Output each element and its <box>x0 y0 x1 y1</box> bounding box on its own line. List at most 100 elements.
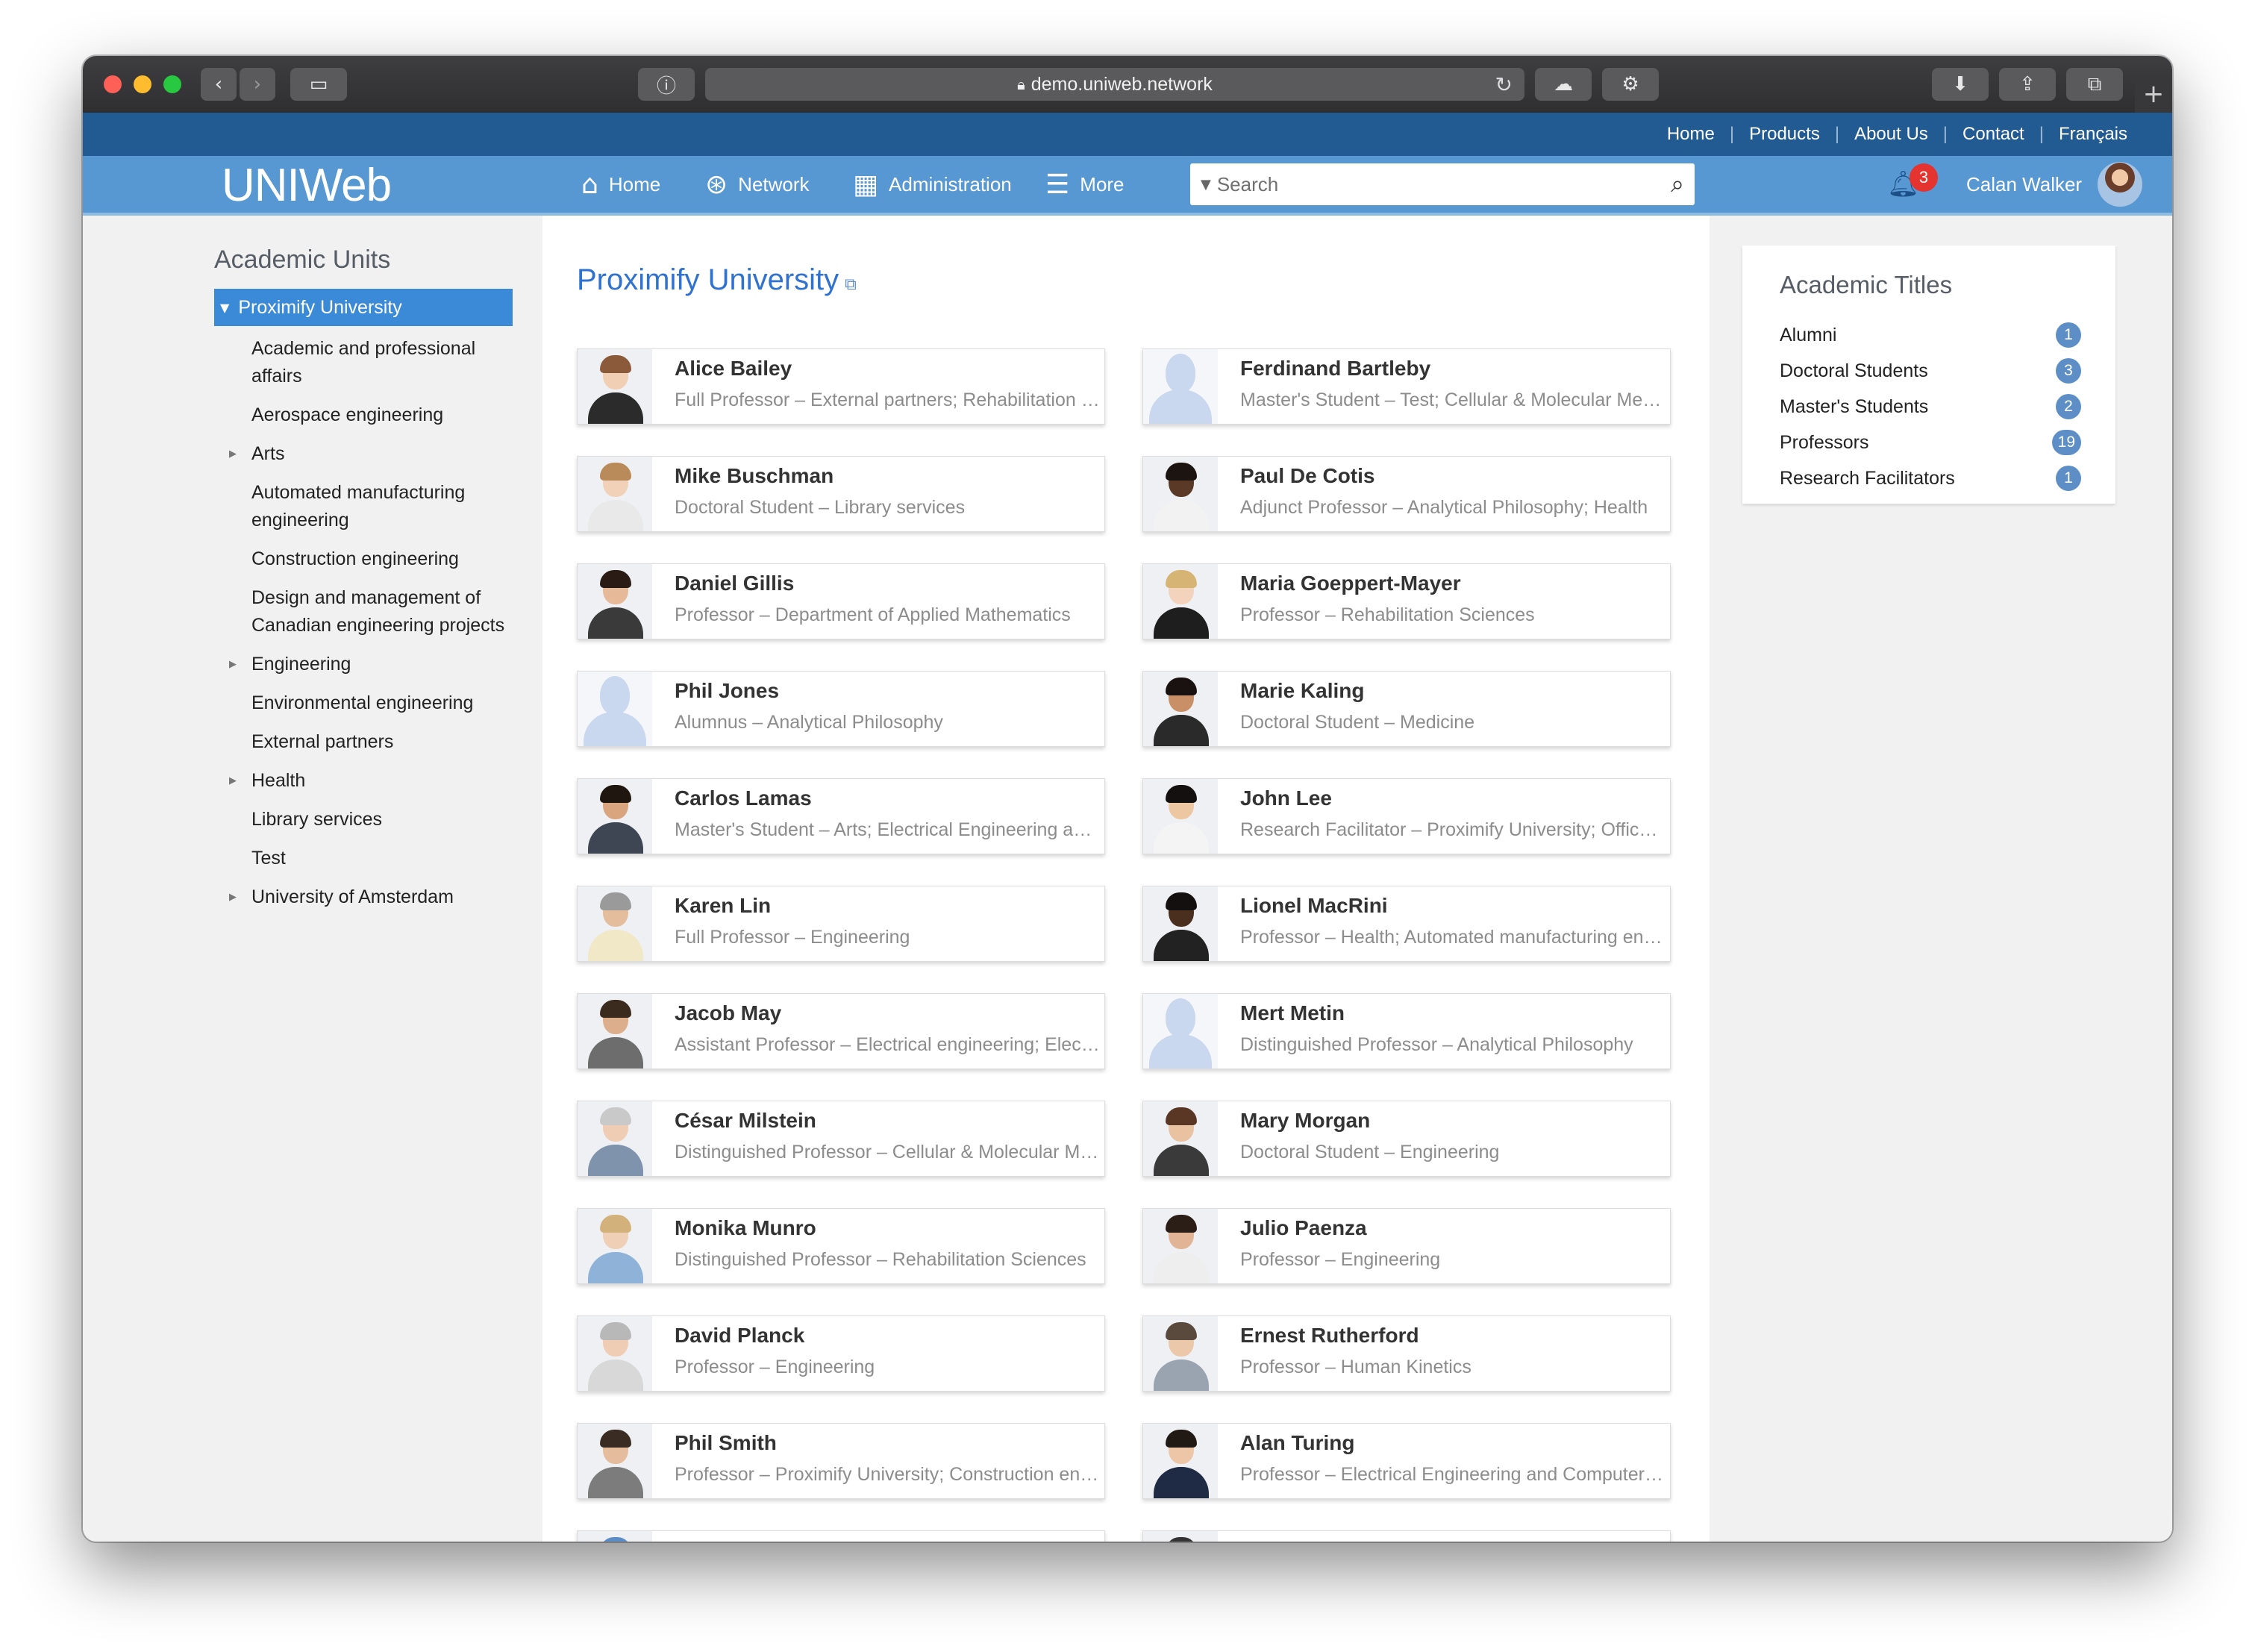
sidebar-item-arts[interactable]: ▶ Arts <box>214 440 513 468</box>
person-name[interactable]: Julio Paenza <box>1240 1216 1367 1240</box>
tabs-overview-icon[interactable]: ⧉ <box>2066 68 2123 101</box>
person-card[interactable]: Ferdinand Bartleby Master's Student – Tes… <box>1142 348 1671 425</box>
sidebar-item-academic-and-professional-affairs[interactable]: Academic and professional affairs <box>214 335 513 390</box>
person-card[interactable]: Lionel MacRini Professor – Health; Automa… <box>1142 886 1671 962</box>
person-card[interactable]: Jacob May Assistant Professor – Electrica… <box>577 993 1105 1069</box>
person-name[interactable]: David Planck <box>675 1324 804 1348</box>
address-bar[interactable]: 🔒︎ demo.uniweb.network ↻ <box>705 68 1524 101</box>
person-card[interactable]: Julio Paenza Professor – Engineering <box>1142 1208 1671 1284</box>
person-name[interactable]: Karen Lin <box>675 894 771 918</box>
sidebar-item-external-partners[interactable]: External partners <box>214 728 513 756</box>
person-card[interactable]: Carlos Lamas Master's Student – Arts; Ele… <box>577 778 1105 854</box>
person-card[interactable]: Maria Goeppert-Mayer Professor – Rehabili… <box>1142 563 1671 639</box>
person-name[interactable]: Ernest Rutherford <box>1240 1324 1419 1348</box>
person-card[interactable]: Phil Jones Alumnus – Analytical Philosoph… <box>577 671 1105 747</box>
caret-right-icon[interactable]: ▶ <box>229 883 237 911</box>
search-input[interactable] <box>1216 172 1635 196</box>
sidebar-item-construction-engineering[interactable]: Construction engineering <box>214 545 513 573</box>
person-card[interactable] <box>1142 1530 1671 1542</box>
title-filter-alumni[interactable]: Alumni 1 <box>1780 317 2081 353</box>
top-link-language[interactable]: Français <box>2059 124 2127 145</box>
chevron-down-icon[interactable]: ▼ <box>1201 177 1211 193</box>
person-name[interactable]: John Lee <box>1240 786 1332 810</box>
caret-down-icon[interactable]: ▼ <box>220 301 229 315</box>
sidebar-item-environmental-engineering[interactable]: Environmental engineering <box>214 689 513 717</box>
person-name[interactable]: Daniel Gillis <box>675 572 794 595</box>
person-card[interactable]: Paul De Cotis Adjunct Professor – Analyti… <box>1142 456 1671 532</box>
person-name[interactable]: Carlos Lamas <box>675 786 812 810</box>
sidebar-item-proximify-university[interactable]: ▼ Proximify University <box>214 289 513 326</box>
person-name[interactable]: Mike Buschman <box>675 464 833 488</box>
person-card[interactable]: César Milstein Distinguished Professor – … <box>577 1101 1105 1177</box>
new-tab-icon[interactable]: + <box>2135 75 2172 113</box>
person-name[interactable]: Ferdinand Bartleby <box>1240 357 1430 381</box>
privacy-report-icon[interactable]: ⓘ <box>638 68 695 101</box>
sidebar-item-university-of-amsterdam[interactable]: ▶ University of Amsterdam <box>214 883 513 911</box>
fullscreen-window-button[interactable] <box>163 75 181 93</box>
back-icon[interactable]: ‹ <box>201 68 237 101</box>
person-card[interactable]: Alan Turing Professor – Electrical Engine… <box>1142 1423 1671 1499</box>
gear-icon[interactable]: ⚙ <box>1602 68 1659 101</box>
sidebar-item-library-services[interactable]: Library services <box>214 806 513 833</box>
top-link-contact[interactable]: Contact <box>1962 124 2024 145</box>
caret-right-icon[interactable]: ▶ <box>229 767 237 795</box>
title-filter-doctoral-students[interactable]: Doctoral Students 3 <box>1780 353 2081 389</box>
person-card[interactable]: Marie Kaling Doctoral Student – Medicine <box>1142 671 1671 747</box>
site-logo[interactable]: UNIWeb <box>222 159 392 212</box>
person-name[interactable]: César Milstein <box>675 1109 816 1133</box>
person-card[interactable]: Daniel Gillis Professor – Department of A… <box>577 563 1105 639</box>
person-name[interactable]: Phil Jones <box>675 679 779 703</box>
person-name[interactable]: Mert Metin <box>1240 1001 1345 1025</box>
sidebar-item-engineering[interactable]: ▶ Engineering <box>214 651 513 678</box>
person-card[interactable]: Ernest Rutherford Professor – Human Kinet… <box>1142 1315 1671 1392</box>
external-link-icon[interactable]: ⧉ <box>845 275 857 294</box>
caret-right-icon[interactable]: ▶ <box>229 440 237 468</box>
sidebar-item-health[interactable]: ▶ Health <box>214 767 513 795</box>
person-name[interactable]: Alan Turing <box>1240 1431 1354 1455</box>
sidebar-item-test[interactable]: Test <box>214 845 513 872</box>
user-name[interactable]: Calan Walker <box>1966 156 2082 213</box>
person-card[interactable]: John Lee Research Facilitator – Proximify… <box>1142 778 1671 854</box>
person-name[interactable]: Phil Smith <box>675 1431 777 1455</box>
download-icon[interactable]: ⬇ <box>1932 68 1989 101</box>
minimize-window-button[interactable] <box>134 75 151 93</box>
person-card[interactable]: Mike Buschman Doctoral Student – Library … <box>577 456 1105 532</box>
person-name[interactable]: Monika Munro <box>675 1216 816 1240</box>
person-card[interactable]: Mert Metin Distinguished Professor – Anal… <box>1142 993 1671 1069</box>
share-icon[interactable]: ⇪ <box>1999 68 2056 101</box>
person-card[interactable] <box>577 1530 1105 1542</box>
person-name[interactable]: Maria Goeppert-Mayer <box>1240 572 1461 595</box>
avatar[interactable] <box>2098 162 2142 207</box>
person-name[interactable]: Paul De Cotis <box>1240 464 1374 488</box>
caret-right-icon[interactable]: ▶ <box>229 651 237 678</box>
top-link-products[interactable]: Products <box>1749 124 1820 145</box>
person-name[interactable]: Lionel MacRini <box>1240 894 1388 918</box>
person-name[interactable]: Mary Morgan <box>1240 1109 1370 1133</box>
reload-icon[interactable]: ↻ <box>1495 72 1513 97</box>
nav-more[interactable]: ☰ More <box>1045 156 1125 213</box>
person-name[interactable]: Jacob May <box>675 1001 781 1025</box>
nav-administration[interactable]: ▦ Administration <box>853 156 1012 213</box>
sidebar-item-automated-manufacturing-engineering[interactable]: Automated manufacturing engineering <box>214 479 513 534</box>
close-window-button[interactable] <box>104 75 122 93</box>
title-filter-master-s-students[interactable]: Master's Students 2 <box>1780 389 2081 425</box>
title-filter-research-facilitators[interactable]: Research Facilitators 1 <box>1780 460 2081 496</box>
person-name[interactable]: Alice Bailey <box>675 357 792 381</box>
cloud-icon[interactable]: ☁ <box>1535 68 1592 101</box>
sidebar-item-design-and-management-of-canadian-engineering-projects[interactable]: Design and management of Canadian engine… <box>214 584 513 639</box>
nav-home[interactable]: ⌂ Home <box>581 156 660 213</box>
person-card[interactable]: Phil Smith Professor – Proximify Universi… <box>577 1423 1105 1499</box>
forward-icon[interactable]: › <box>240 68 275 101</box>
person-card[interactable]: Monika Munro Distinguished Professor – Re… <box>577 1208 1105 1284</box>
person-card[interactable]: Mary Morgan Doctoral Student – Engineerin… <box>1142 1101 1671 1177</box>
top-link-home[interactable]: Home <box>1667 124 1715 145</box>
search-icon[interactable]: ⌕ <box>1671 169 1684 198</box>
person-card[interactable]: David Planck Professor – Engineering <box>577 1315 1105 1392</box>
nav-network[interactable]: ⊛ Network <box>705 156 810 213</box>
sidebar-item-aerospace-engineering[interactable]: Aerospace engineering <box>214 401 513 429</box>
sidebar-toggle-icon[interactable]: ▭ <box>290 68 347 101</box>
top-link-about-us[interactable]: About Us <box>1854 124 1928 145</box>
page-title[interactable]: Proximify University ⧉ <box>577 263 857 297</box>
person-card[interactable]: Alice Bailey Full Professor – External pa… <box>577 348 1105 425</box>
person-name[interactable]: Marie Kaling <box>1240 679 1364 703</box>
